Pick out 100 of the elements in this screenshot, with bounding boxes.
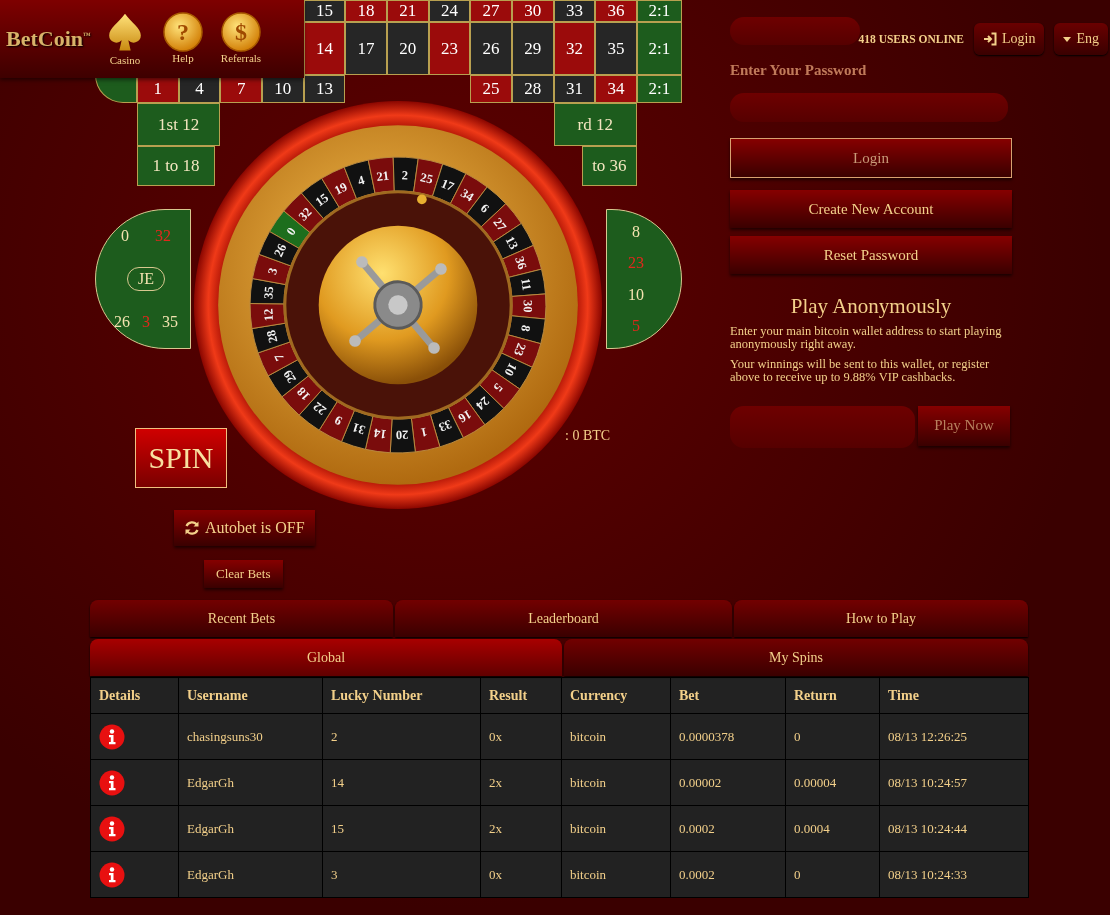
bet-cell[interactable]: 1 to 18 <box>137 146 215 186</box>
racetrack-number[interactable]: 0 <box>121 227 129 245</box>
pocket-number: 15 <box>312 190 332 210</box>
autobet-button[interactable]: Autobet is OFF <box>174 510 315 546</box>
bet-cell[interactable]: 36 <box>595 0 637 22</box>
pocket-number: 5 <box>490 380 506 395</box>
bet-cell[interactable]: 32 <box>553 22 596 75</box>
table-cell: 15 <box>322 805 481 852</box>
pocket-number: 30 <box>520 299 535 313</box>
racetrack-number[interactable]: 10 <box>628 285 644 304</box>
column-header: Bet <box>670 677 786 714</box>
pocket-number: 22 <box>310 399 330 418</box>
bet-cell[interactable]: 21 <box>386 0 429 22</box>
bet-cell[interactable]: 13 <box>303 75 346 103</box>
bet-cell[interactable]: 25 <box>470 75 512 103</box>
language-button[interactable]: Eng <box>1054 23 1108 55</box>
bet-cell[interactable]: 18 <box>345 0 387 22</box>
table-cell: 0.00002 <box>670 759 786 806</box>
create-account-button[interactable]: Create New Account <box>730 190 1012 228</box>
pocket-number: 21 <box>375 168 390 184</box>
racetrack-number[interactable]: 35 <box>162 313 178 331</box>
users-online-count: 418 USERS ONLINE <box>858 33 964 45</box>
table-cell: EdgarGh <box>178 851 323 898</box>
spin-button[interactable]: SPIN <box>135 428 227 488</box>
pocket-number: 9 <box>332 412 345 428</box>
bet-cell[interactable]: 14 <box>303 22 346 75</box>
pocket-number: 33 <box>436 417 454 435</box>
table-cell: bitcoin <box>561 713 671 760</box>
nav-link[interactable]: Casino <box>97 12 153 66</box>
table-cell: 2 <box>322 713 481 760</box>
pocket-number: 23 <box>511 341 529 358</box>
pocket-number: 20 <box>395 427 409 442</box>
pocket-number: 0 <box>283 224 299 238</box>
bet-cell[interactable]: 17 <box>345 22 387 75</box>
pocket-number: 32 <box>295 204 315 224</box>
bet-cell[interactable]: 2:1 <box>636 75 682 103</box>
bet-cell[interactable]: 20 <box>386 22 429 75</box>
bet-cell[interactable]: 15 <box>303 0 346 22</box>
table-cell: 0 <box>785 851 880 898</box>
racetrack-number[interactable]: 8 <box>632 222 640 241</box>
bet-cell[interactable]: 23 <box>428 22 471 75</box>
bet-cell[interactable]: 29 <box>511 22 554 75</box>
info-icon[interactable] <box>99 723 125 750</box>
table-cell: EdgarGh <box>178 759 323 806</box>
sign-in-icon <box>983 32 997 46</box>
tab[interactable]: How to Play <box>734 600 1028 637</box>
bet-cell[interactable]: 34 <box>595 75 637 103</box>
bet-cell[interactable]: 28 <box>511 75 554 103</box>
info-icon[interactable] <box>99 769 125 796</box>
bet-cell[interactable]: 26 <box>470 22 512 75</box>
table-cell: 0x <box>480 851 562 898</box>
pocket-number: 2 <box>401 168 409 183</box>
bet-cell[interactable]: rd 12 <box>553 103 637 146</box>
bet-cell[interactable]: 33 <box>553 0 596 22</box>
table-cell: bitcoin <box>561 759 671 806</box>
bet-cell[interactable]: to 36 <box>581 146 637 186</box>
tab[interactable]: Recent Bets <box>90 600 393 637</box>
table-cell: 0.00004 <box>785 759 880 806</box>
racetrack-number[interactable]: 26 <box>114 313 130 331</box>
pocket-number: 14 <box>373 425 388 442</box>
nav-link[interactable]: $ Referrals <box>213 12 269 66</box>
bet-cell[interactable]: 24 <box>428 0 471 22</box>
bet-cell[interactable]: 31 <box>553 75 596 103</box>
pocket-number: 16 <box>455 406 474 426</box>
tab[interactable]: Leaderboard <box>395 600 732 637</box>
pocket-number: 13 <box>502 234 521 252</box>
pocket-number: 4 <box>356 173 367 189</box>
bet-cell[interactable]: 1st 12 <box>137 103 221 146</box>
header-login-button[interactable]: Login <box>974 23 1045 55</box>
bet-cell[interactable]: 2:1 <box>636 0 682 22</box>
login-button[interactable]: Login <box>730 138 1012 178</box>
pocket-number: 28 <box>263 328 281 345</box>
bet-cell[interactable]: 35 <box>595 22 637 75</box>
table-cell: bitcoin <box>561 805 671 852</box>
clear-bets-button[interactable]: Clear Bets <box>204 560 283 588</box>
pocket-number: 18 <box>294 384 313 404</box>
reset-password-button[interactable]: Reset Password <box>730 236 1012 274</box>
pocket-number: 11 <box>518 277 534 292</box>
pocket-number: 25 <box>418 170 435 187</box>
username-field[interactable] <box>730 17 860 45</box>
table-cell: 0x <box>480 713 562 760</box>
tab[interactable]: Global <box>90 639 562 676</box>
pocket-number: 19 <box>332 179 350 198</box>
pocket-number: 35 <box>261 285 277 300</box>
wallet-address-field[interactable] <box>730 405 915 448</box>
column-header: Return <box>785 677 880 714</box>
betcoin-logo[interactable]: BetCoin$^{™}$ <box>6 26 91 52</box>
bet-cell[interactable]: 27 <box>470 0 512 22</box>
bet-cell[interactable]: 2:1 <box>636 22 682 75</box>
pocket-number: 17 <box>439 176 457 194</box>
info-icon[interactable] <box>99 815 125 842</box>
bet-cell[interactable]: 30 <box>511 0 554 22</box>
tab[interactable]: My Spins <box>564 639 1028 676</box>
description-text: Your winnings will be sent to this wallet, or register above to receive up to 9.88% VIP cashbacks. <box>730 358 991 385</box>
info-icon[interactable] <box>99 861 125 888</box>
table-cell: bitcoin <box>561 851 671 898</box>
pocket-number: 1 <box>419 424 429 440</box>
nav-link[interactable]: ? Help <box>155 12 211 66</box>
table-cell: 08/13 12:26:25 <box>879 713 1029 760</box>
password-field[interactable] <box>730 93 1008 122</box>
